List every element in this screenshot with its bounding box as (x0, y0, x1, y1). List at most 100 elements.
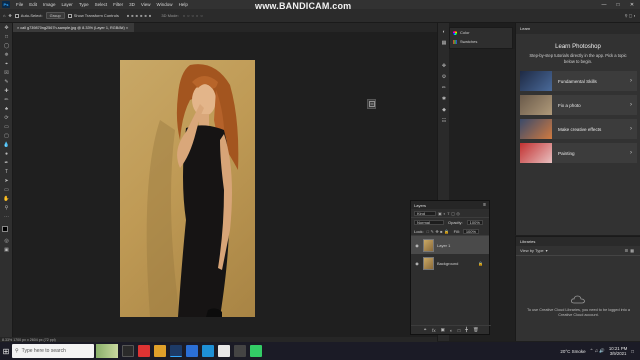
move-tool-icon[interactable]: ✥ (8, 13, 11, 18)
task-view-icon[interactable] (122, 345, 134, 357)
fx-icon[interactable]: fx (432, 328, 436, 333)
pen-tool-icon[interactable]: ✒ (3, 161, 10, 166)
edge-icon[interactable] (202, 345, 214, 357)
3d-mode-icons[interactable]: ○○○○○ (183, 13, 205, 18)
app-icon[interactable] (138, 345, 150, 357)
eraser-tool-icon[interactable]: ▭ (3, 125, 10, 130)
document-tab[interactable]: × call g739870ng2567h-sample.jpg @ 8.33%… (13, 23, 135, 32)
new-group-icon[interactable]: □ (458, 328, 461, 333)
auto-select-checkbox[interactable]: Auto-Select: (14, 13, 43, 18)
styles-panel-icon[interactable]: ◆ (440, 107, 448, 113)
menu-type[interactable]: Type (76, 2, 92, 7)
visibility-eye-icon[interactable]: ◉ (414, 261, 420, 266)
document-image[interactable] (120, 60, 255, 317)
taskbar-search-input[interactable]: ⚲ Type here to search (12, 344, 94, 358)
app-icon[interactable] (234, 345, 246, 357)
properties-panel-icon[interactable]: ⚙ (440, 74, 448, 80)
menu-3d[interactable]: 3D (126, 2, 138, 7)
adjustment-layer-icon[interactable]: ◐ (450, 328, 453, 333)
link-layers-icon[interactable]: ⚭ (423, 327, 427, 333)
path-select-icon[interactable]: ➤ (3, 179, 10, 184)
opacity-input[interactable]: 100% (466, 220, 483, 225)
marquee-tool-icon[interactable]: □ (3, 35, 10, 40)
foreground-color-swatch[interactable] (2, 226, 8, 232)
move-tool-icon[interactable]: ✥ (3, 26, 10, 31)
blend-mode-dropdown[interactable]: Normal (414, 220, 444, 225)
tutorial-card-fundamental-skills[interactable]: Fundamental Skills › (520, 71, 637, 91)
color-panel-row[interactable]: Color (450, 28, 512, 37)
eyedropper-tool-icon[interactable]: ✎ (3, 80, 10, 85)
crop-tool-icon[interactable]: ⌖ (3, 62, 10, 67)
stamp-tool-icon[interactable]: ♣ (3, 107, 10, 112)
close-icon[interactable]: ✕ (626, 0, 638, 9)
auto-select-dropdown[interactable]: Group (45, 12, 65, 19)
maximize-icon[interactable]: □ (612, 0, 624, 9)
lock-icons[interactable]: □✎✥■🔒 (427, 229, 451, 234)
quick-mask-icon[interactable]: ◎ (3, 239, 10, 244)
menu-help[interactable]: Help (176, 2, 191, 7)
layer-row[interactable]: ◉ Layer 1 (411, 236, 489, 254)
menu-edit[interactable]: Edit (26, 2, 40, 7)
windows-start-icon[interactable]: ⊞ (0, 342, 12, 360)
view-toggle-icons[interactable]: ☰▦ (625, 248, 636, 253)
app-icon[interactable] (250, 345, 262, 357)
learn-tab[interactable]: Learn (516, 23, 640, 34)
floating-panel-icon[interactable] (367, 99, 376, 109)
tray-icons[interactable]: ⌃ ♫ 🔊 (590, 348, 605, 354)
app-icon[interactable] (186, 345, 198, 357)
screen-mode-icon[interactable]: ▣ (3, 248, 10, 253)
history-brush-icon[interactable]: ⟳ (3, 116, 10, 121)
adjustments-panel-icon[interactable]: ✥ (440, 63, 448, 69)
app-icon[interactable] (218, 345, 230, 357)
notification-icon[interactable]: □ (631, 349, 634, 354)
show-transform-checkbox[interactable]: Show Transform Controls (67, 13, 119, 18)
quick-select-tool-icon[interactable]: ✵ (3, 53, 10, 58)
photoshop-taskbar-icon[interactable] (170, 345, 182, 357)
search-highlight-image[interactable] (96, 344, 118, 358)
blur-tool-icon[interactable]: 💧 (3, 143, 10, 148)
shape-tool-icon[interactable]: ▭ (3, 188, 10, 193)
clock[interactable]: 10:21 PM 3/9/2021 (609, 346, 627, 357)
canvas-area[interactable] (13, 32, 437, 337)
zoom-tool-icon[interactable]: ⚲ (3, 206, 10, 211)
fill-input[interactable]: 100% (462, 228, 480, 234)
menu-window[interactable]: Window (154, 2, 176, 7)
gradient-tool-icon[interactable]: ▢ (3, 134, 10, 139)
kind-filter-dropdown[interactable]: Kind (414, 210, 436, 216)
type-tool-icon[interactable]: T (3, 170, 10, 175)
minimize-icon[interactable]: — (598, 0, 610, 9)
panel-menu-icon[interactable]: ≡ (483, 202, 486, 208)
menu-filter[interactable]: Filter (110, 2, 126, 7)
add-mask-icon[interactable]: ▣ (441, 327, 445, 333)
menu-view[interactable]: View (138, 2, 154, 7)
layer-row[interactable]: ◉ Background 🔒 (411, 254, 489, 272)
file-explorer-icon[interactable] (154, 345, 166, 357)
dodge-tool-icon[interactable]: ● (3, 152, 10, 157)
paths-panel-icon[interactable]: ✱ (440, 96, 448, 102)
workspace-icons[interactable]: ⚲ ▢ ◐ (625, 13, 636, 18)
menu-layer[interactable]: Layer (59, 2, 76, 7)
healing-tool-icon[interactable]: ✚ (3, 89, 10, 94)
menu-image[interactable]: Image (40, 2, 59, 7)
home-icon[interactable]: ⌂ (3, 13, 5, 18)
weather-text[interactable]: 20°C Smoke (560, 349, 585, 354)
tutorial-card-creative-effects[interactable]: Make creative effects › (520, 119, 637, 139)
channels-panel-icon[interactable]: ☷ (440, 118, 448, 124)
libraries-tab[interactable]: Libraries (516, 237, 640, 246)
lasso-tool-icon[interactable]: ◯ (3, 44, 10, 49)
filter-type-icons[interactable]: ▣◐T▢◎ (438, 211, 461, 216)
swatches-panel-icon[interactable]: ▦ (440, 40, 448, 46)
align-icons[interactable]: ■■■■■■ (127, 13, 154, 18)
more-tools-icon[interactable]: ⋯ (3, 215, 10, 220)
view-by-type-dropdown[interactable]: View by Type ▾ ☰▦ (516, 246, 640, 256)
brush-tool-icon[interactable]: ✏ (3, 98, 10, 103)
tutorial-card-painting[interactable]: Painting › (520, 143, 637, 163)
delete-layer-icon[interactable]: 🗑 (473, 327, 479, 333)
color-panel-icon[interactable]: ◐ (440, 29, 448, 35)
tutorial-card-fix-a-photo[interactable]: Fix a photo › (520, 95, 637, 115)
new-layer-icon[interactable]: ╋ (465, 327, 468, 333)
visibility-eye-icon[interactable]: ◉ (414, 243, 420, 248)
layers-panel-header[interactable]: Layers ≡ (411, 201, 489, 209)
brush-settings-icon[interactable]: ✏ (440, 85, 448, 91)
swatches-panel-row[interactable]: Swatches (450, 37, 512, 46)
